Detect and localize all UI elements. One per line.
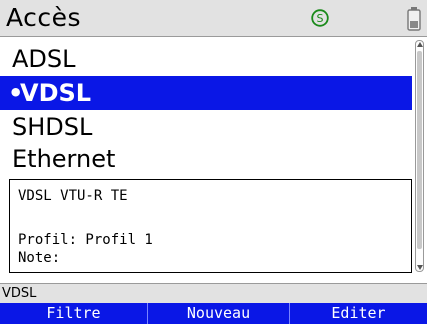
sync-status-icon: S	[311, 9, 329, 27]
list-item-shdsl[interactable]: SHDSL	[0, 110, 412, 144]
scrollbar[interactable]	[415, 40, 424, 272]
battery-icon	[407, 7, 421, 31]
edit-button[interactable]: Editer	[289, 303, 427, 324]
profile-details-box: VDSL VTU-R TE Profil: Profil 1 Note:	[9, 179, 412, 273]
access-list: ADSL •VDSL SHDSL Ethernet	[0, 38, 414, 174]
list-item-label: Ethernet	[12, 145, 116, 173]
list-item-label: VDSL	[20, 79, 92, 107]
status-text: VDSL	[2, 286, 37, 301]
profile-type: VDSL VTU-R TE	[18, 188, 128, 204]
scroll-thumb[interactable]	[417, 51, 422, 249]
softkey-bar: Filtre Nouveau Editer	[0, 303, 427, 324]
sync-icon-symbol: S	[317, 12, 324, 25]
profile-name: Profil: Profil 1	[18, 232, 153, 248]
scroll-down-arrow-icon[interactable]	[417, 265, 423, 270]
scroll-up-arrow-icon[interactable]	[417, 42, 423, 47]
list-item-vdsl[interactable]: •VDSL	[0, 76, 412, 110]
selected-bullet: •	[8, 79, 24, 107]
page-title: Accès	[6, 3, 82, 32]
screen: Accès S ADSL •VDSL SHDSL Ethernet VDSL V…	[0, 0, 427, 324]
new-button[interactable]: Nouveau	[147, 303, 289, 324]
list-item-ethernet[interactable]: Ethernet	[0, 142, 412, 176]
status-bar: VDSL	[0, 283, 427, 303]
list-item-label: SHDSL	[12, 113, 93, 141]
filter-button[interactable]: Filtre	[0, 303, 147, 324]
list-item-label: ADSL	[12, 45, 76, 73]
profile-note: Note:	[18, 250, 61, 266]
title-bar: Accès S	[0, 0, 427, 37]
list-item-adsl[interactable]: ADSL	[0, 42, 412, 76]
